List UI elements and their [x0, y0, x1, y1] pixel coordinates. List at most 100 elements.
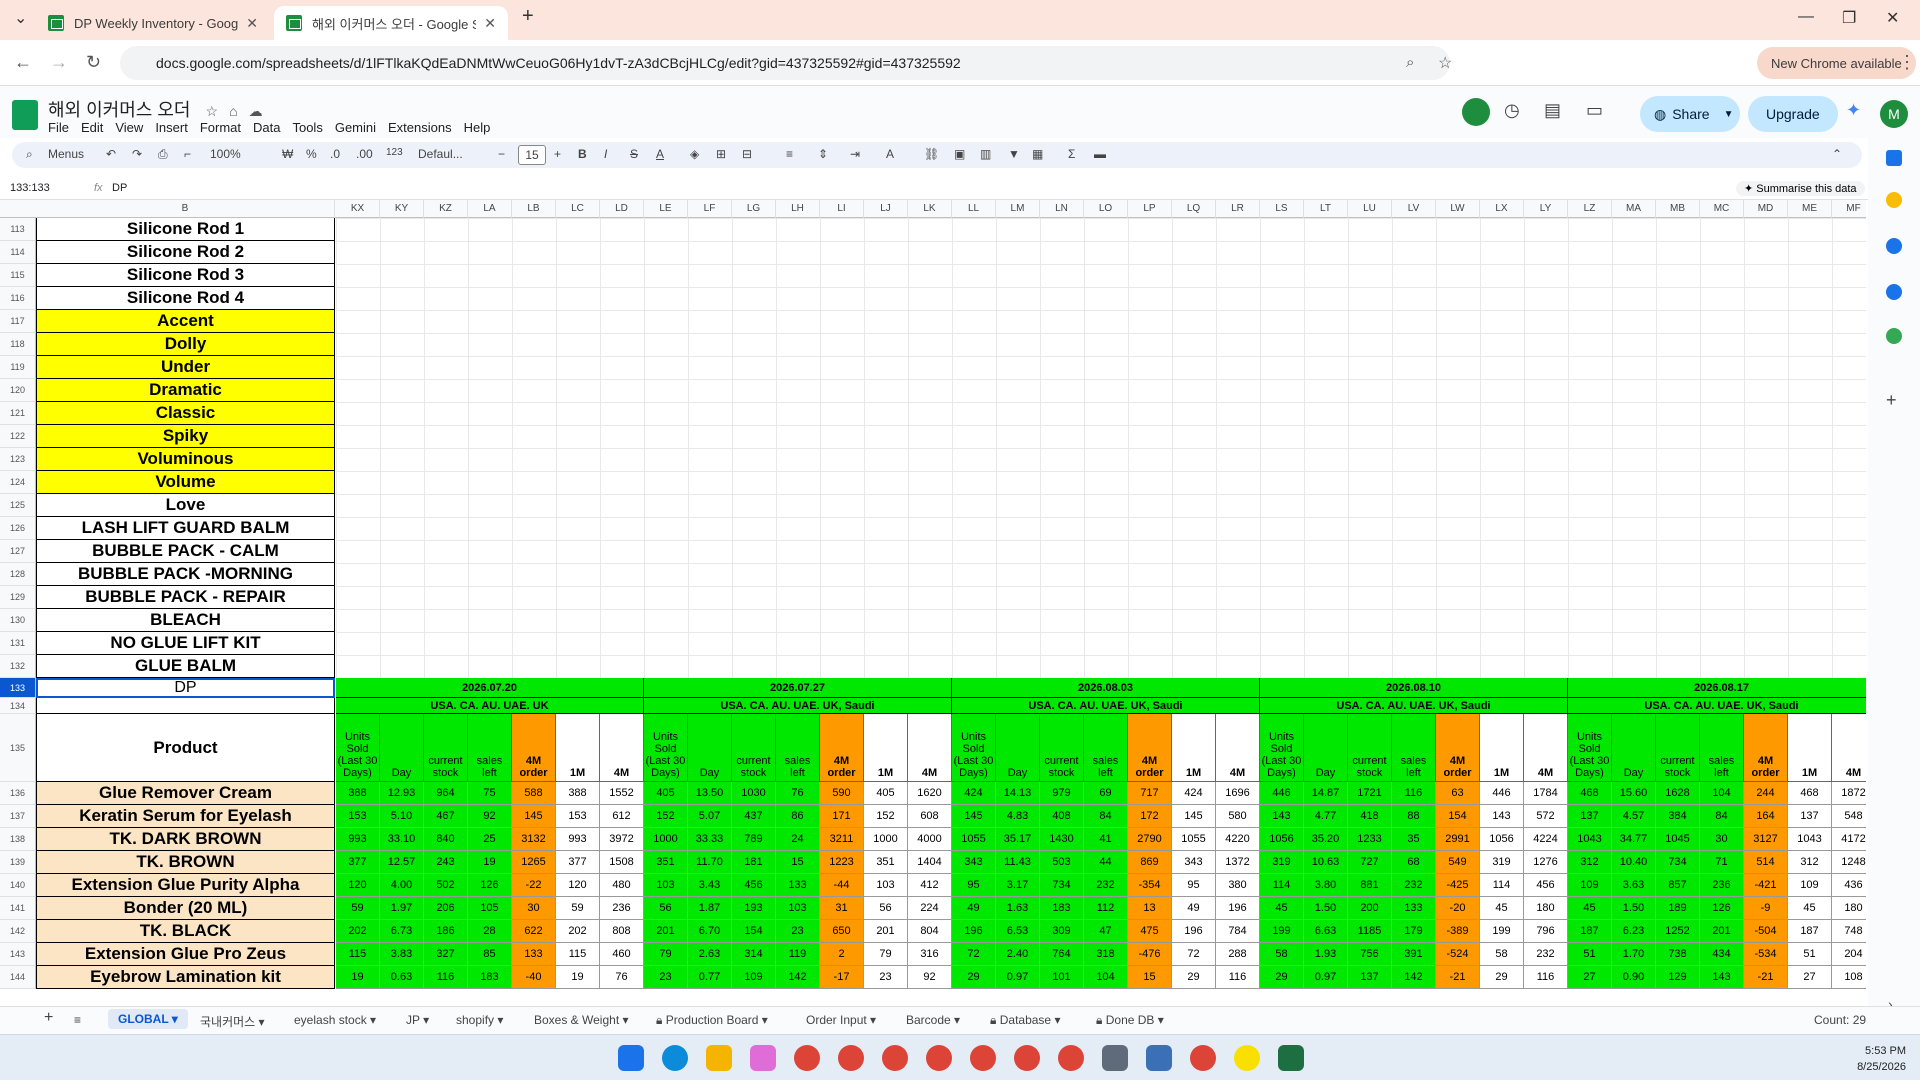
metric-value-cell[interactable]: 204 [1832, 943, 1866, 966]
chrome-profile-icon[interactable] [926, 1045, 952, 1071]
metric-value-cell[interactable]: 29 [952, 966, 996, 989]
user-avatar[interactable]: M [1880, 100, 1908, 128]
menu-help[interactable]: Help [464, 120, 491, 135]
row-number[interactable]: 120 [0, 379, 36, 402]
chrome-profile-icon[interactable] [882, 1045, 908, 1071]
undo-icon[interactable]: ↶ [106, 147, 116, 161]
row-number[interactable]: 115 [0, 264, 36, 287]
column-header[interactable]: LE [644, 200, 688, 218]
metric-value-cell[interactable]: 171 [820, 805, 864, 828]
metric-value-cell[interactable]: 588 [512, 782, 556, 805]
metric-value-cell[interactable]: 4220 [1216, 828, 1260, 851]
metric-value-cell[interactable]: 13 [1128, 897, 1172, 920]
metric-value-cell[interactable]: 25 [468, 828, 512, 851]
menu-extensions[interactable]: Extensions [388, 120, 452, 135]
excel-icon[interactable] [1278, 1045, 1304, 1071]
metric-value-cell[interactable]: 120 [336, 874, 380, 897]
maps-icon[interactable] [1886, 328, 1902, 344]
product-label-cell[interactable]: BUBBLE PACK -MORNING [36, 563, 335, 586]
week-date-header[interactable]: 2026.08.10 [1260, 678, 1568, 698]
row-number[interactable]: 141 [0, 897, 36, 920]
metric-value-cell[interactable]: 1404 [908, 851, 952, 874]
row-number[interactable]: 128 [0, 563, 36, 586]
contacts-icon[interactable] [1886, 284, 1902, 300]
metric-value-cell[interactable]: 467 [424, 805, 468, 828]
metric-value-cell[interactable]: 480 [600, 874, 644, 897]
product-label-cell[interactable]: Silicone Rod 2 [36, 241, 335, 264]
count-summary[interactable]: Count: 29 [1814, 1013, 1866, 1027]
row-number[interactable]: 132 [0, 655, 36, 678]
star-icon[interactable]: ☆ [206, 103, 219, 119]
row-number[interactable]: 134 [0, 698, 36, 714]
chrome-icon[interactable] [794, 1045, 820, 1071]
metric-value-cell[interactable]: 1252 [1656, 920, 1700, 943]
metric-value-cell[interactable]: 475 [1128, 920, 1172, 943]
metric-value-cell[interactable]: 72 [1172, 943, 1216, 966]
metric-value-cell[interactable]: -354 [1128, 874, 1172, 897]
product-label-cell[interactable]: BLEACH [36, 609, 335, 632]
metric-value-cell[interactable]: 33.33 [688, 828, 732, 851]
metric-value-cell[interactable]: 145 [1172, 805, 1216, 828]
metric-value-cell[interactable]: 808 [600, 920, 644, 943]
metric-value-cell[interactable]: 1276 [1524, 851, 1568, 874]
metric-header[interactable]: current stock [732, 714, 776, 782]
product-name-cell[interactable]: Extension Glue Purity Alpha [36, 874, 335, 897]
metric-header[interactable]: Day [688, 714, 732, 782]
column-header[interactable]: LT [1304, 200, 1348, 218]
metric-header[interactable]: Day [1304, 714, 1348, 782]
metric-value-cell[interactable]: 23 [644, 966, 688, 989]
filter-icon[interactable]: ▼ [1008, 147, 1020, 161]
metric-value-cell[interactable]: 1430 [1040, 828, 1084, 851]
notepad-icon[interactable] [1146, 1045, 1172, 1071]
column-header[interactable]: KY [380, 200, 424, 218]
zoom-icon[interactable]: ⌕ [1406, 54, 1414, 71]
column-header[interactable]: LO [1084, 200, 1128, 218]
metric-value-cell[interactable]: 31 [820, 897, 864, 920]
metric-value-cell[interactable]: 1030 [732, 782, 776, 805]
metric-value-cell[interactable]: 993 [556, 828, 600, 851]
product-label-cell[interactable]: Under [36, 356, 335, 379]
metric-value-cell[interactable]: 4224 [1524, 828, 1568, 851]
metric-value-cell[interactable]: 1056 [1260, 828, 1304, 851]
metric-value-cell[interactable]: 318 [1084, 943, 1128, 966]
metric-value-cell[interactable]: 881 [1348, 874, 1392, 897]
selected-cell-dp[interactable]: DP [36, 678, 335, 698]
metric-value-cell[interactable]: 10.40 [1612, 851, 1656, 874]
metric-value-cell[interactable]: 109 [1568, 874, 1612, 897]
metric-header[interactable]: current stock [1656, 714, 1700, 782]
metric-value-cell[interactable]: 319 [1260, 851, 1304, 874]
product-label-cell[interactable]: Dolly [36, 333, 335, 356]
empty-cells-area[interactable] [336, 218, 1866, 678]
metric-value-cell[interactable]: 49 [1172, 897, 1216, 920]
metric-value-cell[interactable]: 734 [1040, 874, 1084, 897]
metric-header[interactable]: 4M [1216, 714, 1260, 782]
metric-value-cell[interactable]: 56 [864, 897, 908, 920]
metric-value-cell[interactable]: 101 [1040, 966, 1084, 989]
metric-value-cell[interactable]: 179 [1392, 920, 1436, 943]
filter-views-icon[interactable]: ▦ [1032, 147, 1043, 161]
new-chrome-available-button[interactable]: New Chrome available [1757, 47, 1916, 79]
metric-value-cell[interactable]: 5.07 [688, 805, 732, 828]
metric-value-cell[interactable]: 196 [952, 920, 996, 943]
metric-header[interactable]: Units Sold (Last 30 Days) [644, 714, 688, 782]
metric-value-cell[interactable]: 13.50 [688, 782, 732, 805]
keep-icon[interactable] [1886, 192, 1902, 208]
product-name-cell[interactable]: TK. BROWN [36, 851, 335, 874]
metric-value-cell[interactable]: 23 [864, 966, 908, 989]
metric-value-cell[interactable]: 236 [600, 897, 644, 920]
metric-value-cell[interactable]: 186 [424, 920, 468, 943]
metric-value-cell[interactable]: 137 [1568, 805, 1612, 828]
row-number[interactable]: 137 [0, 805, 36, 828]
metric-value-cell[interactable]: 59 [556, 897, 600, 920]
column-header[interactable]: LQ [1172, 200, 1216, 218]
metric-value-cell[interactable]: 29 [1480, 966, 1524, 989]
metric-header[interactable]: Units Sold (Last 30 Days) [1568, 714, 1612, 782]
metric-value-cell[interactable]: 436 [1832, 874, 1866, 897]
file-explorer-icon[interactable] [706, 1045, 732, 1071]
metric-value-cell[interactable]: 2 [820, 943, 864, 966]
metric-value-cell[interactable]: 76 [776, 782, 820, 805]
metric-header[interactable]: Units Sold (Last 30 Days) [1260, 714, 1304, 782]
column-header[interactable]: MA [1612, 200, 1656, 218]
metric-value-cell[interactable]: 104 [1084, 966, 1128, 989]
metric-value-cell[interactable]: 1784 [1524, 782, 1568, 805]
